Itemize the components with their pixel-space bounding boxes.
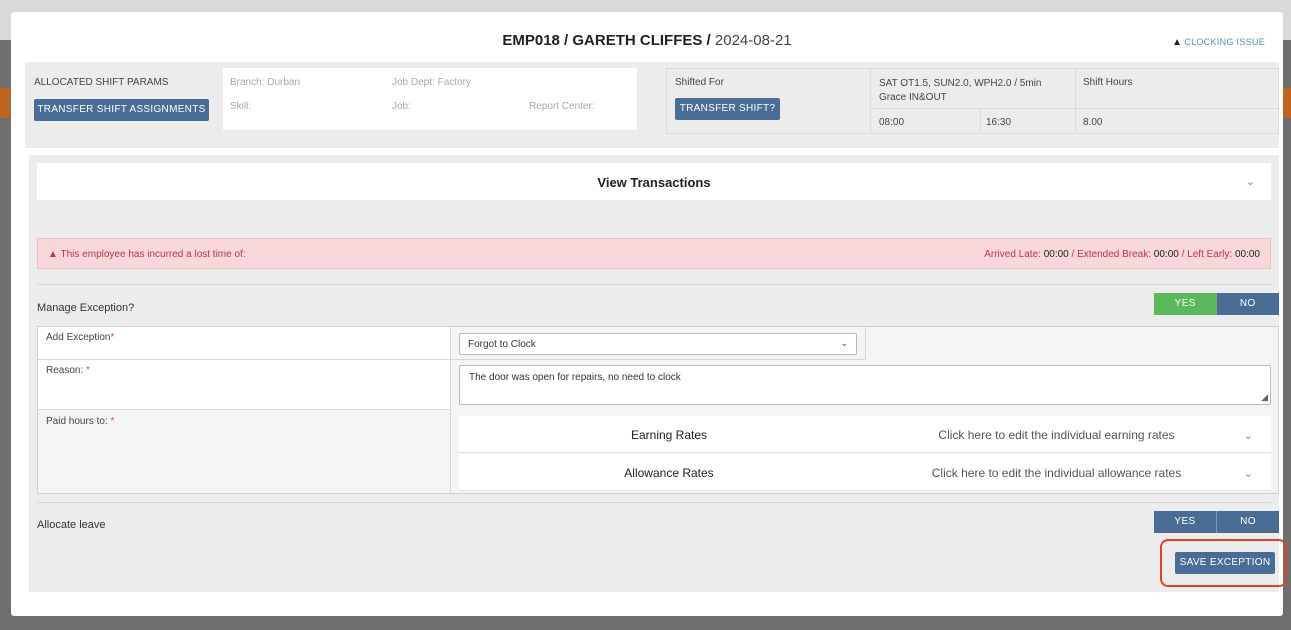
left-early-value: 00:00 bbox=[1234, 249, 1260, 260]
extended-break-label: / Extended Break: bbox=[1071, 249, 1152, 260]
allowance-rates-hint: Click here to edit the individual allowa… bbox=[931, 466, 1182, 480]
modal-title: EMP018 / GARETH CLIFFES / 2024-08-21 bbox=[11, 32, 1283, 49]
reason-text: Reason: bbox=[46, 365, 84, 376]
view-transactions-accordion[interactable]: View Transactions ⌄ bbox=[37, 163, 1271, 200]
allocated-shift-params-label: ALLOCATED SHIFT PARAMS bbox=[34, 77, 169, 88]
job-dept-value: Job Dept: Factory bbox=[392, 77, 471, 88]
transfer-shift-button[interactable]: TRANSFER SHIFT? bbox=[675, 98, 780, 120]
reason-value: The door was open for repairs, no need t… bbox=[469, 372, 681, 383]
section-divider bbox=[37, 502, 1271, 503]
allocate-leave-toggle: YES NO bbox=[1154, 511, 1279, 533]
view-transactions-label: View Transactions bbox=[597, 175, 711, 190]
backdrop-tab-left bbox=[0, 88, 10, 118]
chevron-down-icon[interactable]: ⌄ bbox=[1246, 175, 1255, 188]
extended-break-value: 00:00 bbox=[1153, 249, 1179, 260]
shift-date: 2024-08-21 bbox=[714, 32, 792, 49]
required-marker: * bbox=[110, 416, 115, 427]
paid-hours-label: Paid hours to: * bbox=[46, 416, 114, 427]
arrived-late-value: 00:00 bbox=[1043, 249, 1069, 260]
add-exception-label-cell: Add Exception* bbox=[38, 327, 451, 360]
section-divider bbox=[37, 284, 1271, 285]
shift-table-divider bbox=[870, 68, 871, 134]
clocking-issue-label: CLOCKING ISSUE bbox=[1184, 37, 1265, 47]
clocking-issue-badge: ▲ CLOCKING ISSUE bbox=[1172, 37, 1265, 48]
earning-rates-label: Earning Rates bbox=[630, 428, 708, 442]
exception-panel: View Transactions ⌄ ▲ This employee has … bbox=[29, 155, 1287, 592]
lost-time-summary: Arrived Late: 00:00 / Extended Break: 00… bbox=[984, 249, 1260, 260]
reason-textarea[interactable]: The door was open for repairs, no need t… bbox=[459, 365, 1271, 405]
shift-table-divider bbox=[980, 108, 981, 134]
save-exception-highlight: SAVE EXCEPTION bbox=[1160, 539, 1287, 587]
required-marker: * bbox=[86, 365, 90, 376]
paid-hours-text: Paid hours to: bbox=[46, 416, 108, 427]
shift-hours-label: Shift Hours bbox=[1083, 77, 1133, 88]
shift-start-time: 08:00 bbox=[879, 117, 905, 128]
branch-value: Branch: Durban bbox=[230, 77, 301, 88]
shift-end-time: 16:30 bbox=[986, 117, 1012, 128]
employee-name: EMP018 / GARETH CLIFFES / bbox=[502, 32, 711, 49]
transfer-shift-assignments-button[interactable]: TRANSFER SHIFT ASSIGNMENTS bbox=[34, 99, 209, 121]
chevron-down-icon[interactable]: ⌄ bbox=[1244, 429, 1253, 442]
shift-rules: SAT OT1.5, SUN2.0, WPH2.0 / 5min Grace I… bbox=[879, 78, 1042, 103]
earning-rates-accordion[interactable]: Earning Rates Click here to edit the ind… bbox=[459, 416, 1271, 453]
job-value: Job: bbox=[392, 101, 411, 112]
report-center-value: Report Center: bbox=[529, 101, 595, 112]
warning-icon: ▲ bbox=[1172, 37, 1183, 48]
lost-time-text: This employee has incurred a lost time o… bbox=[60, 249, 246, 260]
manage-exception-toggle: YES NO bbox=[1154, 293, 1279, 315]
warning-icon: ▲ bbox=[48, 249, 58, 260]
add-exception-selected: Forgot to Clock bbox=[468, 339, 536, 350]
modal-header: EMP018 / GARETH CLIFFES / 2024-08-21 ▲ CL… bbox=[11, 12, 1283, 62]
arrived-late-label: Arrived Late: bbox=[984, 249, 1041, 260]
add-exception-label: Add Exception* bbox=[46, 332, 114, 343]
chevron-down-icon[interactable]: ⌄ bbox=[1244, 467, 1253, 480]
allocate-leave-label: Allocate leave bbox=[37, 519, 106, 531]
shift-table-divider bbox=[870, 108, 1279, 109]
shift-table-divider bbox=[1075, 68, 1076, 134]
exception-modal: EMP018 / GARETH CLIFFES / 2024-08-21 ▲ CL… bbox=[11, 12, 1287, 616]
allowance-rates-label: Allowance Rates bbox=[624, 466, 714, 480]
manage-exception-yes[interactable]: YES bbox=[1154, 293, 1217, 315]
shift-details-box: Branch: Durban Job Dept: Factory Skill: … bbox=[223, 68, 637, 130]
allowance-rates-accordion[interactable]: Allowance Rates Click here to edit the i… bbox=[459, 454, 1271, 491]
chevron-down-icon: ⌄ bbox=[840, 338, 848, 348]
skill-value: Skill: bbox=[230, 101, 252, 112]
add-exception-text: Add Exception bbox=[46, 332, 111, 343]
lost-time-alert: ▲ This employee has incurred a lost time… bbox=[37, 238, 1271, 269]
shift-hours-value: 8.00 bbox=[1083, 117, 1103, 128]
shifted-for-label: Shifted For bbox=[675, 77, 724, 88]
earning-rates-hint: Click here to edit the individual earnin… bbox=[938, 428, 1175, 442]
reason-label-cell: Reason: * bbox=[38, 360, 451, 410]
reason-label: Reason: * bbox=[46, 365, 90, 376]
allocate-leave-yes[interactable]: YES bbox=[1154, 511, 1216, 533]
paid-hours-label-cell: Paid hours to: * bbox=[38, 410, 451, 494]
required-marker: * bbox=[110, 332, 115, 343]
exception-form: Add Exception* Forgot to Clock ⌄ Reason:… bbox=[37, 326, 1279, 494]
add-exception-select[interactable]: Forgot to Clock ⌄ bbox=[459, 333, 857, 355]
resize-handle-icon[interactable]: ◢ bbox=[1261, 392, 1268, 403]
allocate-leave-no[interactable]: NO bbox=[1216, 511, 1279, 533]
save-exception-button[interactable]: SAVE EXCEPTION bbox=[1175, 552, 1275, 574]
left-early-label: / Left Early: bbox=[1181, 249, 1233, 260]
manage-exception-no[interactable]: NO bbox=[1216, 293, 1279, 315]
manage-exception-label: Manage Exception? bbox=[37, 302, 135, 314]
shift-params-panel: ALLOCATED SHIFT PARAMS TRANSFER SHIFT AS… bbox=[25, 62, 1279, 148]
lost-time-message: ▲ This employee has incurred a lost time… bbox=[48, 249, 246, 260]
